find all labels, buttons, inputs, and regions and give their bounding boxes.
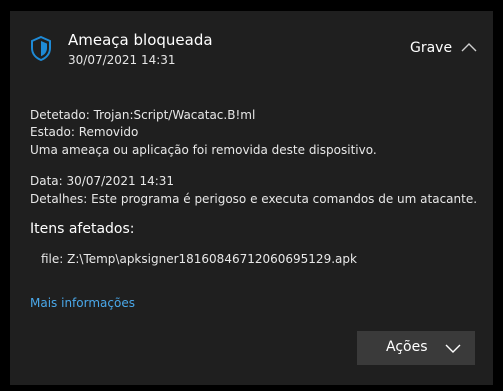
description-line: Detalhes: Este programa é perigoso e exe… [30,192,478,206]
threat-title: Ameaça bloqueada [68,31,213,49]
more-info-link[interactable]: Mais informações [30,296,135,310]
chevron-down-icon [445,344,461,353]
affected-items-title: Itens afetados: [30,221,135,237]
actions-button[interactable]: Ações [357,331,475,365]
shield-icon [31,35,51,61]
chevron-up-icon[interactable] [461,42,477,52]
detected-line: Detetado: Trojan:Script/Wacatac.B!ml [30,108,256,122]
actions-label: Ações [386,339,428,355]
message-line: Uma ameaça ou aplicação foi removida des… [30,143,377,157]
threat-notification-card: Ameaça bloqueada 30/07/2021 14:31 Grave … [10,11,493,385]
status-line: Estado: Removido [30,125,139,139]
threat-timestamp: 30/07/2021 14:31 [68,53,176,67]
affected-file: file: Z:\Temp\apksigner18160846712060695… [41,252,357,266]
severity-label: Grave [410,40,453,56]
date-line: Data: 30/07/2021 14:31 [30,174,175,188]
